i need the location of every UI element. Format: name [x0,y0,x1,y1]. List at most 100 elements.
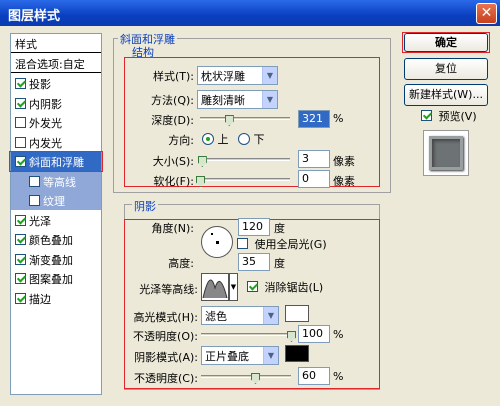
reset-button[interactable]: 复位 [404,58,488,80]
chevron-down-icon: ▼ [262,67,277,84]
checkbox-icon [15,273,26,284]
style-list-item[interactable]: 内阴影 [11,94,101,113]
preview-checkbox[interactable]: 预览(V) [421,108,477,124]
radio-icon [238,133,250,145]
title-bar: 图层样式 [0,0,500,26]
style-list-item-label: 光泽 [29,214,51,228]
style-list-item-label: 内发光 [29,136,62,150]
gloss-contour-preview[interactable] [201,273,229,301]
angle-dial[interactable] [201,226,233,258]
checkbox-icon [29,175,40,187]
size-label: 大小(S): [152,155,194,168]
angle-input[interactable]: 120 [238,218,270,236]
shadow-opacity-slider[interactable] [201,375,291,378]
style-list-item[interactable]: 内发光 [11,133,101,152]
depth-input[interactable]: 321 [298,110,330,128]
chevron-down-icon: ▼ [262,91,277,108]
style-list-item-label: 纹理 [43,195,65,208]
method-label: 方法(Q): [151,94,194,107]
style-list-item[interactable]: 图案叠加 [11,269,101,288]
close-button[interactable]: ✕ [476,3,497,24]
method-select-value: 雕刻清晰 [201,94,245,107]
style-list-item[interactable]: 颜色叠加 [11,230,101,249]
gloss-contour-label: 光泽等高线: [139,283,198,296]
depth-slider[interactable] [200,117,290,120]
blend-options-label: 混合选项:自定 [15,58,85,71]
selected-item-highlight [9,151,103,172]
style-preview [423,130,469,176]
chevron-down-icon: ▼ [263,307,278,324]
style-label: 样式(T): [152,70,194,83]
angle-label: 角度(N): [151,222,194,235]
size-input[interactable]: 3 [298,150,330,168]
style-list-item-label: 描边 [29,292,51,306]
style-list-item-label: 外发光 [29,117,62,130]
checkbox-icon [15,234,26,245]
contour-dropdown[interactable]: ▼ [229,273,238,301]
highlight-mode-label: 高光模式(H): [133,311,198,324]
style-list-item[interactable]: 纹理 [11,191,101,210]
checkbox-icon [15,253,26,265]
soften-label: 软化(F): [153,175,194,188]
dial-center-icon [216,241,219,244]
highlight-color-swatch[interactable] [285,305,309,322]
style-list-item[interactable]: 外发光 [11,113,101,132]
global-light-label: 使用全局光(G) [254,238,327,251]
preview-label: 预览(V) [438,110,477,123]
chevron-down-icon: ▼ [263,347,278,364]
style-list-header-label: 样式 [15,38,37,51]
ok-button[interactable]: 确定 [404,33,488,52]
chevron-down-icon: ▼ [230,283,237,291]
checkbox-icon [247,281,258,292]
style-list-item[interactable]: 投影 [11,74,101,93]
checkbox-icon [15,136,26,148]
soften-slider[interactable] [200,178,290,181]
direction-down-radio[interactable]: 下 [238,131,265,147]
style-list-header[interactable]: 样式 [11,34,101,53]
close-icon: ✕ [480,5,493,21]
shadow-opacity-input[interactable]: 60 [298,367,330,385]
checkbox-icon [421,110,432,121]
size-slider[interactable] [200,158,290,161]
style-select[interactable]: 枕状浮雕 ▼ [197,66,278,85]
highlight-opacity-slider[interactable] [201,333,291,336]
style-list-item[interactable]: 等高线 [11,171,101,191]
style-list-item[interactable]: 渐变叠加 [11,250,101,269]
style-select-value: 枕状浮雕 [201,70,245,83]
global-light-checkbox[interactable]: 使用全局光(G) [237,236,327,252]
style-list-item[interactable]: 描边 [11,289,101,308]
method-select[interactable]: 雕刻清晰 ▼ [197,90,278,109]
style-list-item-label: 投影 [29,78,51,91]
shadow-color-swatch[interactable] [285,345,309,362]
highlight-mode-select[interactable]: 滤色 ▼ [201,306,279,325]
altitude-unit: 度 [274,257,285,270]
style-list-item[interactable]: 光泽 [11,211,101,230]
altitude-label: 高度: [168,257,194,270]
style-list-item-label: 等高线 [43,175,76,189]
direction-up-label: 上 [217,133,229,146]
shadow-mode-label: 阴影模式(A): [134,351,198,364]
direction-up-radio[interactable]: 上 [202,131,229,147]
soften-input[interactable]: 0 [298,170,330,188]
highlight-opacity-unit: % [333,328,344,341]
checkbox-icon [15,292,26,304]
soften-unit: 像素 [333,175,355,188]
size-unit: 像素 [333,155,355,168]
direction-down-label: 下 [253,133,265,146]
shadow-opacity-label: 不透明度(C): [134,372,198,385]
altitude-input[interactable]: 35 [238,253,270,271]
anti-alias-checkbox[interactable]: 消除锯齿(L) [247,279,323,295]
shadow-mode-select[interactable]: 正片叠底 ▼ [201,346,279,365]
depth-unit: % [333,112,344,125]
anti-alias-label: 消除锯齿(L) [264,281,324,294]
highlight-opacity-input[interactable]: 100 [298,325,330,343]
style-list: 样式 混合选项:自定 投影 内阴影 外发光 内发光 斜面和浮雕 等高线 纹理 光泽 颜色叠加 渐变… [9,33,103,395]
blend-options-item[interactable]: 混合选项:自定 [11,54,101,73]
dial-pointer-icon [211,233,213,235]
highlight-opacity-label: 不透明度(O): [133,330,198,343]
shadow-opacity-unit: % [333,370,344,383]
style-list-item-label: 颜色叠加 [29,234,73,247]
shadow-mode-value: 正片叠底 [205,350,249,363]
new-style-button[interactable]: 新建样式(W)... [404,84,488,106]
shading-title: 阴影 [132,198,158,214]
